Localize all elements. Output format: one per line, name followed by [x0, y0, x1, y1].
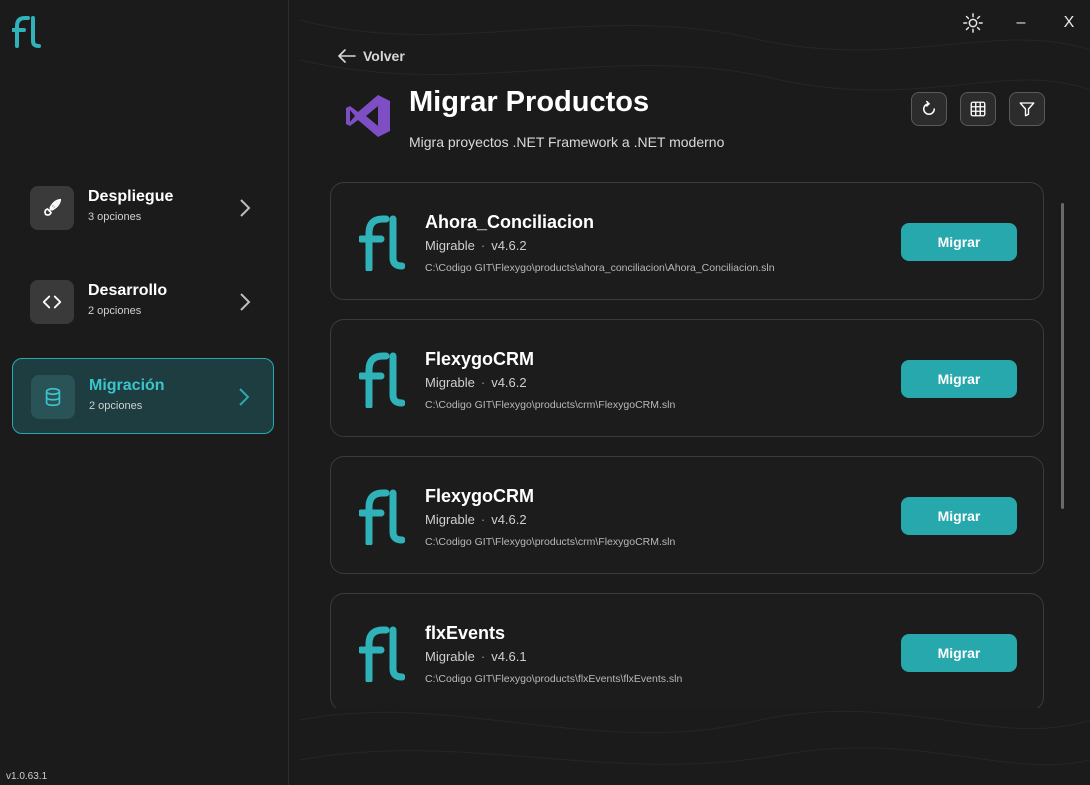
product-path: C:\Codigo GIT\Flexygo\products\flxEvents… [425, 673, 683, 685]
product-card: FlexygoCRM Migrable · v4.6.2 C:\Codigo G… [330, 319, 1044, 437]
back-link[interactable]: Volver [337, 48, 405, 64]
migrar-button[interactable]: Migrar [901, 634, 1017, 672]
sidebar-item-despliegue[interactable]: Despliegue 3 opciones [12, 170, 274, 246]
sidebar-item-migracion[interactable]: Migración 2 opciones [12, 358, 274, 434]
product-name: flxEvents [425, 623, 506, 643]
product-card: Ahora_Conciliacion Migrable · v4.6.2 C:\… [330, 182, 1044, 300]
product-framework-version: v4.6.2 [491, 375, 527, 390]
theme-toggle-button[interactable] [960, 10, 986, 36]
product-status: Migrable [425, 512, 475, 527]
scrollbar[interactable] [1061, 203, 1064, 509]
sidebar-item-title: Migración [89, 377, 165, 394]
filter-button[interactable] [1009, 92, 1045, 126]
refresh-button[interactable] [911, 92, 947, 126]
grid-view-button[interactable] [960, 92, 996, 126]
sidebar-item-desarrollo[interactable]: Desarrollo 2 opciones [12, 264, 274, 340]
product-name: Ahora_Conciliacion [425, 212, 595, 232]
product-meta: Migrable · v4.6.2 [425, 512, 527, 527]
product-framework-version: v4.6.2 [491, 512, 527, 527]
rocket-icon [30, 186, 74, 230]
migrar-button[interactable]: Migrar [901, 223, 1017, 261]
product-logo-icon [359, 626, 405, 682]
sidebar-item-subtitle: 2 opciones [89, 400, 143, 412]
product-meta: Migrable · v4.6.1 [425, 649, 527, 664]
product-card: flxEvents Migrable · v4.6.1 C:\Codigo GI… [330, 593, 1044, 708]
code-icon [30, 280, 74, 324]
app-logo-icon [12, 16, 41, 48]
separator-dot: · [480, 649, 486, 664]
chevron-right-icon [240, 199, 251, 217]
page-title: Migrar Productos [409, 86, 650, 118]
separator-dot: · [480, 512, 486, 527]
product-status: Migrable [425, 649, 475, 664]
migrar-button[interactable]: Migrar [901, 497, 1017, 535]
product-framework-version: v4.6.1 [491, 649, 527, 664]
filter-icon [1019, 102, 1035, 117]
product-path: C:\Codigo GIT\Flexygo\products\crm\Flexy… [425, 536, 676, 548]
app-version: v1.0.63.1 [6, 771, 48, 782]
sidebar-item-subtitle: 2 opciones [88, 305, 142, 317]
chevron-right-icon [239, 388, 250, 406]
product-logo-icon [359, 489, 405, 545]
page-subtitle: Migra proyectos .NET Framework a .NET mo… [409, 134, 725, 150]
database-icon [31, 375, 75, 419]
sidebar: Despliegue 3 opciones Desarrollo 2 opcio… [0, 0, 289, 785]
sidebar-item-title: Despliegue [88, 188, 174, 205]
product-status: Migrable [425, 375, 475, 390]
product-name: FlexygoCRM [425, 486, 535, 506]
chevron-right-icon [240, 293, 251, 311]
product-status: Migrable [425, 238, 475, 253]
separator-dot: · [480, 238, 486, 253]
product-logo-icon [359, 352, 405, 408]
refresh-icon [923, 100, 935, 115]
product-meta: Migrable · v4.6.2 [425, 375, 527, 390]
app-window: Despliegue 3 opciones Desarrollo 2 opcio… [0, 0, 1090, 785]
product-meta: Migrable · v4.6.2 [425, 238, 527, 253]
product-path: C:\Codigo GIT\Flexygo\products\crm\Flexy… [425, 399, 676, 411]
close-button[interactable]: X [1058, 10, 1080, 36]
minimize-button[interactable]: – [1010, 10, 1032, 36]
sidebar-item-subtitle: 3 opciones [88, 211, 142, 223]
migrar-button[interactable]: Migrar [901, 360, 1017, 398]
back-label: Volver [363, 48, 405, 64]
separator-dot: · [480, 375, 486, 390]
visual-studio-icon [346, 95, 390, 137]
sidebar-item-title: Desarrollo [88, 282, 168, 299]
sun-icon [963, 13, 983, 33]
product-path: C:\Codigo GIT\Flexygo\products\ahora_con… [425, 262, 775, 274]
product-logo-icon [359, 215, 405, 271]
product-list[interactable]: Ahora_Conciliacion Migrable · v4.6.2 C:\… [330, 182, 1045, 708]
product-framework-version: v4.6.2 [491, 238, 527, 253]
product-card: FlexygoCRM Migrable · v4.6.2 C:\Codigo G… [330, 456, 1044, 574]
arrow-left-icon [338, 49, 356, 63]
grid-icon [970, 101, 986, 117]
product-name: FlexygoCRM [425, 349, 535, 369]
